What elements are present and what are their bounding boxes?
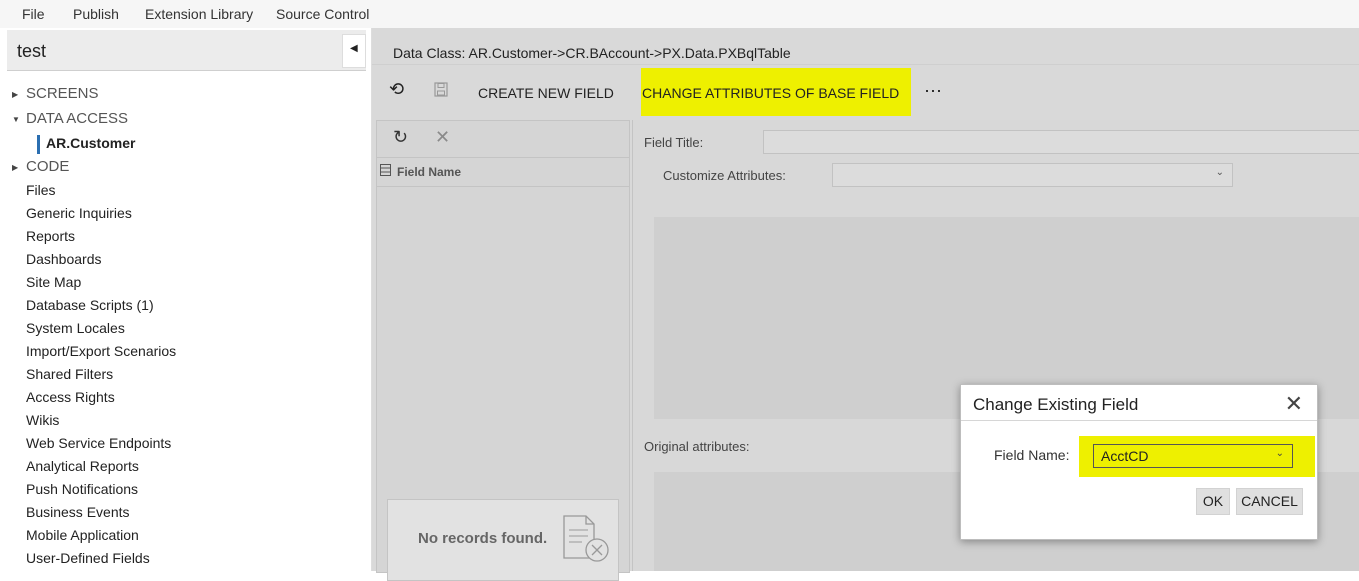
no-records-panel: No records found. (387, 499, 619, 581)
selection-indicator (37, 135, 40, 154)
dialog-divider (961, 420, 1317, 421)
tree-node-label: SCREENS (26, 85, 99, 102)
menu-extension-library[interactable]: Extension Library (145, 6, 253, 22)
grid-header: Field Name (377, 157, 629, 187)
refresh-icon[interactable]: ↻ (393, 127, 408, 148)
create-new-field-button[interactable]: CREATE NEW FIELD (478, 85, 614, 101)
caret-left-icon: ◀ (350, 43, 358, 54)
save-icon[interactable] (434, 82, 448, 100)
fields-grid: ↻ ✕ Field Name No records found. (376, 120, 630, 581)
tree-item-mobile-application[interactable]: Mobile Application (26, 527, 139, 543)
chevron-down-icon: ⌄ (1275, 448, 1284, 459)
tree-item-business-events[interactable]: Business Events (26, 504, 130, 520)
tree-item-push-notifications[interactable]: Push Notifications (26, 481, 138, 497)
empty-document-icon (560, 514, 612, 567)
menu-file[interactable]: File (22, 6, 45, 22)
tree-node-label: DATA ACCESS (26, 110, 128, 127)
grid-toolbar: ↻ ✕ (377, 121, 629, 157)
tree-item-files[interactable]: Files (26, 182, 56, 198)
caret-right-icon: ▶ (12, 162, 19, 172)
project-header: test ◀ (7, 30, 366, 71)
ok-button[interactable]: OK (1196, 488, 1230, 515)
caret-right-icon: ▶ (12, 89, 19, 99)
chevron-down-icon: ⌄ (1215, 167, 1224, 178)
cancel-button[interactable]: CANCEL (1236, 488, 1303, 515)
customize-attributes-select[interactable]: ⌄ (832, 163, 1233, 187)
customize-attributes-label: Customize Attributes: (663, 168, 786, 183)
tree-item-shared-filters[interactable]: Shared Filters (26, 366, 113, 382)
tree-item-ar-customer[interactable]: AR.Customer (46, 135, 135, 151)
caret-down-icon: ▼ (12, 114, 20, 124)
change-attributes-button[interactable]: CHANGE ATTRIBUTES OF BASE FIELD (641, 68, 911, 116)
menu-source-control[interactable]: Source Control (276, 6, 369, 22)
collapse-panel-button[interactable]: ◀ (342, 34, 366, 68)
tree-node-code[interactable]: ▶ CODE (12, 158, 69, 175)
data-class-label: Data Class: AR.Customer->CR.BAccount->PX… (393, 45, 791, 61)
tree-item-site-map[interactable]: Site Map (26, 274, 81, 290)
tree-item-access-rights[interactable]: Access Rights (26, 389, 115, 405)
toolbar: ⟲ CREATE NEW FIELD CHANGE ATTRIBUTES OF … (372, 64, 1359, 117)
project-title: test (17, 41, 47, 61)
tree-node-screens[interactable]: ▶ SCREENS (12, 85, 99, 102)
tree-node-data-access[interactable]: ▼ DATA ACCESS (12, 110, 128, 127)
menu-publish[interactable]: Publish (73, 6, 119, 22)
tree-item-user-defined-fields[interactable]: User-Defined Fields (26, 550, 150, 566)
no-records-text: No records found. (418, 530, 548, 547)
project-navigation-panel: test ◀ ▶ SCREENS ▼ DATA ACCESS AR.Customer… (0, 28, 372, 571)
tree-item-system-locales[interactable]: System Locales (26, 320, 125, 336)
tree-item-wikis[interactable]: Wikis (26, 412, 59, 428)
tree-item-generic-inquiries[interactable]: Generic Inquiries (26, 205, 132, 221)
column-settings-icon[interactable] (380, 164, 391, 179)
change-existing-field-dialog: Change Existing Field ✕ Field Name: Acct… (960, 384, 1318, 540)
tree-item-import-export-scenarios[interactable]: Import/Export Scenarios (26, 343, 176, 359)
tree-item-analytical-reports[interactable]: Analytical Reports (26, 458, 139, 474)
tree-item-reports[interactable]: Reports (26, 228, 75, 244)
change-attributes-label: CHANGE ATTRIBUTES OF BASE FIELD (642, 85, 900, 101)
undo-icon[interactable]: ⟲ (389, 79, 404, 100)
original-attributes-label: Original attributes: (644, 439, 750, 454)
tree-node-label: CODE (26, 158, 70, 175)
field-name-select[interactable]: AcctCD ⌄ (1093, 444, 1293, 468)
dialog-title: Change Existing Field (973, 395, 1139, 414)
close-icon[interactable]: ✕ (1285, 393, 1303, 415)
tree-item-web-service-endpoints[interactable]: Web Service Endpoints (26, 435, 171, 451)
field-name-value: AcctCD (1101, 448, 1149, 464)
field-title-label: Field Title: (644, 135, 704, 150)
delete-icon[interactable]: ✕ (435, 127, 450, 148)
field-name-label: Field Name: (994, 447, 1070, 463)
column-header-field-name[interactable]: Field Name (397, 165, 461, 179)
tree-item-database-scripts[interactable]: Database Scripts (1) (26, 297, 154, 313)
more-options-icon[interactable]: ⋯ (924, 81, 942, 102)
menu-bar: File Publish Extension Library Source Co… (0, 0, 1359, 28)
field-title-input[interactable] (763, 130, 1359, 154)
tree-item-dashboards[interactable]: Dashboards (26, 251, 102, 267)
